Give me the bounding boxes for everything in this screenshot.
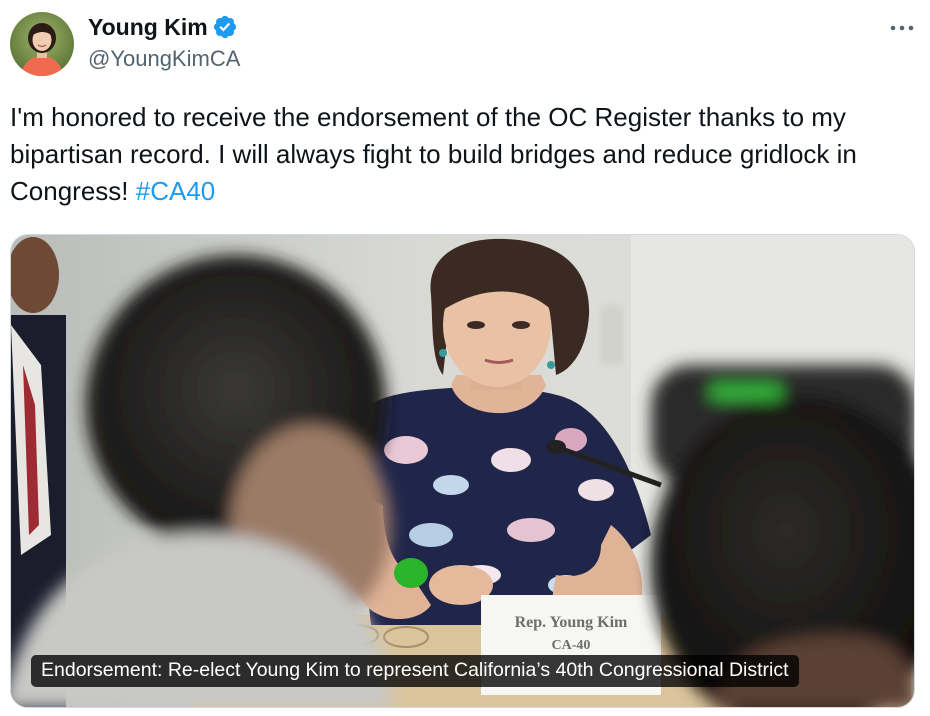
tweet-card[interactable]: Young Kim @YoungKimCA I'm honored to rec… [0,0,930,716]
hashtag-link[interactable]: #CA40 [136,176,216,206]
avatar-photo [10,12,74,76]
tweet-text: I'm honored to receive the endorsement o… [10,99,915,210]
verified-badge-icon[interactable] [212,14,238,40]
nameplate-district: CA-40 [552,638,591,653]
author-display-name[interactable]: Young Kim [88,14,208,41]
nameplate-name: Rep. Young Kim [515,614,628,631]
author-info: Young Kim @YoungKimCA [88,12,240,72]
more-options-icon[interactable] [888,18,916,38]
author-handle[interactable]: @YoungKimCA [88,46,240,72]
tweet-media-image[interactable]: Rep. Young Kim CA-40 Endorsement: Re-ele… [10,234,915,708]
author-avatar[interactable] [10,12,74,76]
name-row: Young Kim [88,12,240,42]
endorsement-photo: Rep. Young Kim CA-40 [11,235,914,707]
media-caption: Endorsement: Re-elect Young Kim to repre… [31,655,799,687]
